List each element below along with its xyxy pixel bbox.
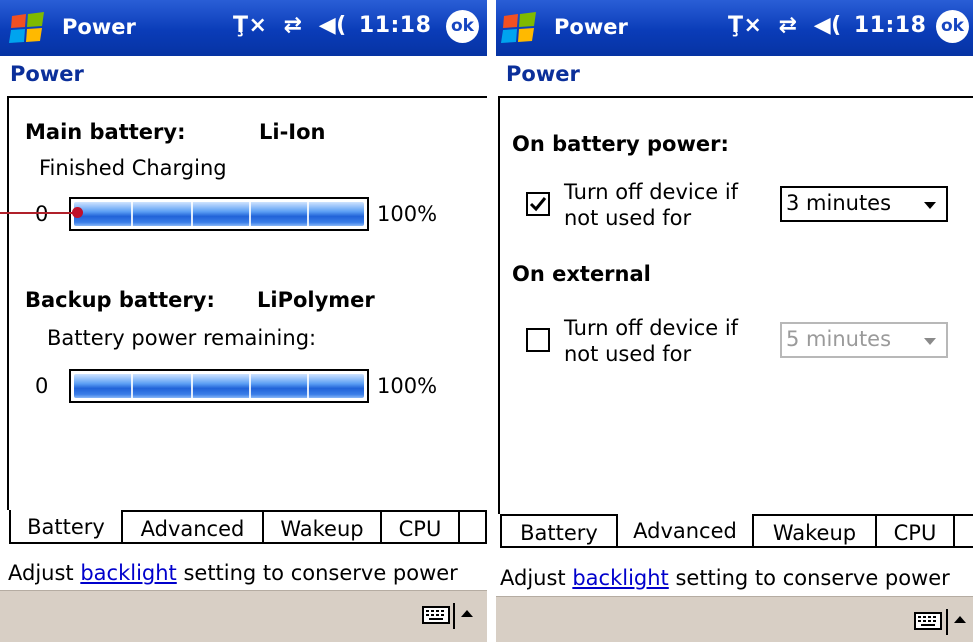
backup-battery-type: LiPolymer [257,288,375,312]
battery-panel: Main battery: Li-Ion Finished Charging 0… [7,96,487,512]
page-heading: Power [506,62,580,86]
backup-battery-max: 100% [377,374,438,398]
callout-line [0,212,76,214]
start-menu-icon[interactable] [498,12,544,46]
speaker-icon[interactable]: ◀( [814,13,842,38]
callout-dot [72,207,83,218]
backup-battery-min: 0 [35,374,49,398]
main-battery-max: 100% [377,202,438,226]
connectivity-icon[interactable]: ⇄ [284,13,303,38]
tab-overflow [458,510,487,544]
battery-turn-off-checkbox[interactable] [526,192,550,216]
main-battery-min: 0 [35,202,49,226]
tab-cpu[interactable]: CPU [875,514,955,548]
tab-advanced[interactable]: Advanced [121,510,264,544]
chevron-down-icon [924,202,936,209]
external-timeout-select[interactable]: 5 minutes [780,322,948,358]
tab-wakeup[interactable]: Wakeup [262,510,382,544]
ok-button[interactable]: ok [446,10,479,43]
clock[interactable]: 11:18 [854,13,927,38]
ok-button[interactable]: ok [936,10,969,43]
backlight-link[interactable]: backlight [80,561,176,585]
hint-text: Adjust backlight setting to conserve pow… [8,561,458,585]
window-title: Power [554,15,628,39]
tab-battery[interactable]: Battery [9,510,123,544]
backup-battery-status: Battery power remaining: [47,326,317,350]
battery-timeout-select[interactable]: 3 minutes [780,186,948,222]
hint-text: Adjust backlight setting to conserve pow… [500,566,950,590]
advanced-panel: On battery power: Turn off device if not… [498,96,973,516]
keyboard-icon[interactable] [422,605,450,625]
tab-wakeup[interactable]: Wakeup [752,514,877,548]
battery-power-heading: On battery power: [512,132,729,156]
main-battery-label: Main battery: [25,120,186,144]
input-panel-arrow-icon[interactable] [954,616,966,623]
title-bar: Power Ţ× ⇄ ◀( 11:18 ok [496,0,973,56]
tab-battery[interactable]: Battery [500,514,618,548]
tab-overflow [953,514,973,548]
external-turn-off-checkbox[interactable] [526,328,550,352]
main-battery-type: Li-Ion [259,120,326,144]
advanced-tab-screen: Power Ţ× ⇄ ◀( 11:18 ok Power On battery … [496,0,973,642]
input-panel-arrow-icon[interactable] [461,610,473,617]
status-icons[interactable]: Ţ× ⇄ ◀( 11:18 [728,13,926,38]
backup-battery-level-bar [69,369,369,403]
start-menu-icon[interactable] [6,12,52,46]
battery-tab-screen: Power Ţ× ⇄ ◀( 11:18 ok Power Main batter… [0,0,487,642]
status-icons[interactable]: Ţ× ⇄ ◀( 11:18 [233,13,431,38]
tab-cpu[interactable]: CPU [380,510,460,544]
title-bar: Power Ţ× ⇄ ◀( 11:18 ok [0,0,487,56]
speaker-icon[interactable]: ◀( [319,13,347,38]
main-battery-status: Finished Charging [39,156,227,180]
menu-bar [496,596,973,642]
signal-off-icon[interactable]: Ţ× [728,13,762,38]
external-power-heading: On external [512,262,651,286]
chevron-down-icon [924,338,936,345]
main-battery-level-bar [69,197,369,231]
external-option-line2: not used for [564,342,692,366]
tab-advanced[interactable]: Advanced [616,514,754,548]
backlight-link[interactable]: backlight [572,566,668,590]
tab-strip: Battery Advanced Wakeup CPU [0,510,487,548]
external-option-line1: Turn off device if [564,316,739,340]
backup-battery-label: Backup battery: [25,288,215,312]
page-heading: Power [10,62,84,86]
menu-separator [453,603,455,629]
signal-off-icon[interactable]: Ţ× [233,13,267,38]
battery-option-line1: Turn off device if [564,180,739,204]
battery-option-line2: not used for [564,206,692,230]
window-title: Power [62,15,136,39]
tab-strip: Battery Advanced Wakeup CPU [496,514,973,552]
menu-separator [946,609,948,635]
connectivity-icon[interactable]: ⇄ [779,13,798,38]
checkmark-icon [529,197,547,212]
clock[interactable]: 11:18 [359,13,432,38]
menu-bar [0,590,487,642]
keyboard-icon[interactable] [914,611,942,631]
screen-divider [487,0,496,642]
